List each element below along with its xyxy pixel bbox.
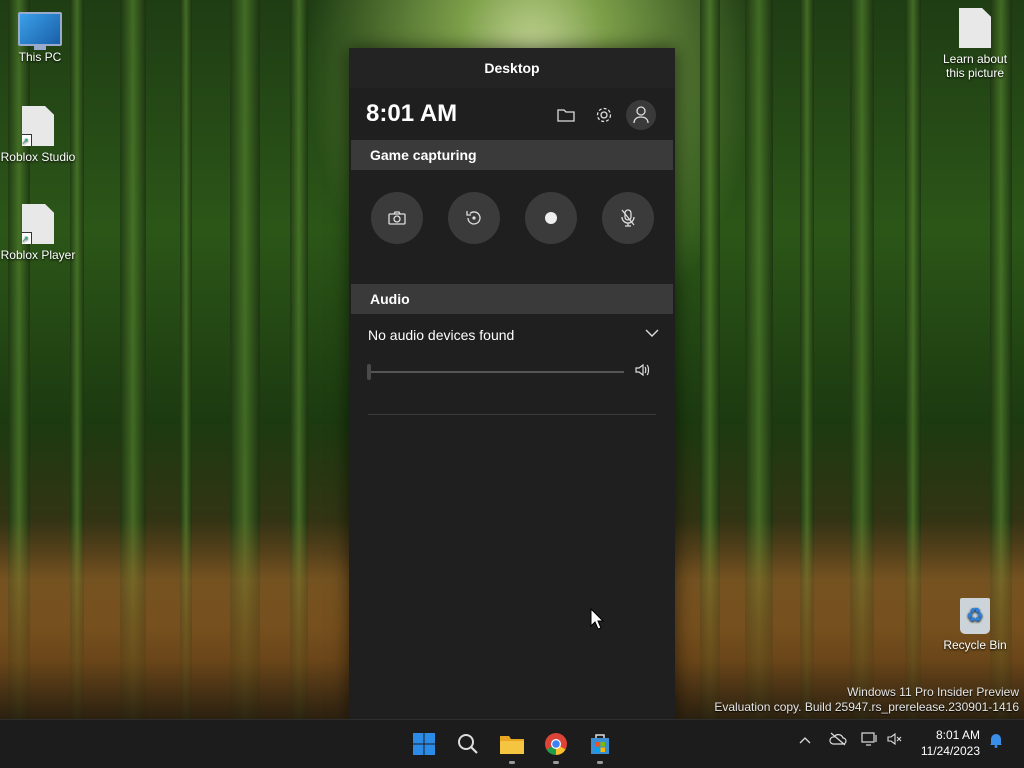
- capture-folder-button[interactable]: [552, 101, 580, 129]
- gamebar-clock: 8:01 AM: [366, 100, 458, 127]
- speaker-icon[interactable]: [635, 362, 651, 378]
- gamebar-title: Desktop: [349, 48, 675, 88]
- folder-icon: [557, 109, 575, 122]
- settings-button[interactable]: [590, 101, 618, 129]
- chrome-icon: [545, 733, 567, 755]
- folder-icon: [500, 736, 524, 754]
- onedrive-tray-button[interactable]: [829, 732, 847, 751]
- store-icon: [591, 734, 609, 754]
- screenshot-button[interactable]: [371, 192, 423, 244]
- microsoft-store-button[interactable]: [586, 730, 614, 758]
- divider: [368, 414, 656, 415]
- audio-header: Audio: [351, 284, 673, 314]
- capture-buttons: [349, 170, 675, 284]
- file-icon: [959, 8, 991, 48]
- search-button[interactable]: [454, 730, 482, 758]
- desktop-icon-this-pc[interactable]: This PC: [0, 12, 80, 64]
- start-button[interactable]: [410, 730, 438, 758]
- taskbar-clock[interactable]: 8:01 AM 11/24/2023: [921, 727, 980, 759]
- desktop-icon-recycle-bin[interactable]: ♻ Recycle Bin: [935, 598, 1015, 652]
- windows-logo-icon: [413, 733, 435, 755]
- audio-device-label: No audio devices found: [368, 327, 515, 343]
- profile-icon: [633, 106, 649, 124]
- gamebar-top-row: 8:01 AM: [349, 88, 675, 140]
- gear-icon: [596, 107, 612, 123]
- record-last-30s-button[interactable]: [448, 192, 500, 244]
- mic-toggle-button[interactable]: [602, 192, 654, 244]
- monitor-icon: [18, 12, 62, 50]
- speaker-muted-icon: [887, 732, 902, 746]
- network-icon: [861, 732, 877, 746]
- audio-device-dropdown[interactable]: No audio devices found: [349, 314, 675, 354]
- file-icon: ↗: [22, 106, 54, 146]
- file-explorer-button[interactable]: [498, 730, 526, 758]
- desktop-icon-roblox-player[interactable]: ↗ Roblox Player: [0, 204, 78, 262]
- start-recording-button[interactable]: [525, 192, 577, 244]
- running-indicator: [509, 761, 515, 764]
- bell-icon: [990, 734, 1002, 748]
- chrome-button[interactable]: [542, 730, 570, 758]
- taskbar: 8:01 AM 11/24/2023: [0, 719, 1024, 768]
- running-indicator: [597, 761, 603, 764]
- cloud-off-icon: [829, 732, 847, 746]
- network-tray-button[interactable]: [861, 732, 879, 751]
- game-capturing-header: Game capturing: [351, 140, 673, 170]
- notifications-button[interactable]: [989, 732, 1003, 753]
- profile-button[interactable]: [626, 100, 656, 130]
- volume-slider-thumb[interactable]: [367, 364, 371, 380]
- file-icon: ↗: [22, 204, 54, 244]
- mic-off-icon: [621, 209, 635, 227]
- running-indicator: [553, 761, 559, 764]
- chevron-up-icon: [799, 737, 811, 744]
- record-icon: [545, 212, 557, 224]
- windows-watermark: Windows 11 Pro Insider Preview Evaluatio…: [714, 685, 1019, 714]
- mouse-cursor-icon: [590, 608, 604, 630]
- camera-icon: [388, 211, 406, 225]
- chevron-down-icon: [645, 329, 659, 337]
- volume-slider[interactable]: [369, 371, 624, 373]
- replay-icon: [466, 211, 481, 225]
- volume-slider-row: [349, 354, 675, 396]
- recycle-bin-icon: ♻: [960, 598, 990, 634]
- show-hidden-icons-button[interactable]: [799, 732, 811, 750]
- search-icon: [458, 734, 478, 754]
- gamebar-panel: Desktop 8:01 AM Game capturing Audio No …: [349, 48, 675, 720]
- desktop-icon-learn-about-picture[interactable]: Learn about this picture: [935, 8, 1015, 80]
- volume-tray-button[interactable]: [887, 732, 903, 751]
- desktop-icon-roblox-studio[interactable]: ↗ Roblox Studio: [0, 106, 78, 164]
